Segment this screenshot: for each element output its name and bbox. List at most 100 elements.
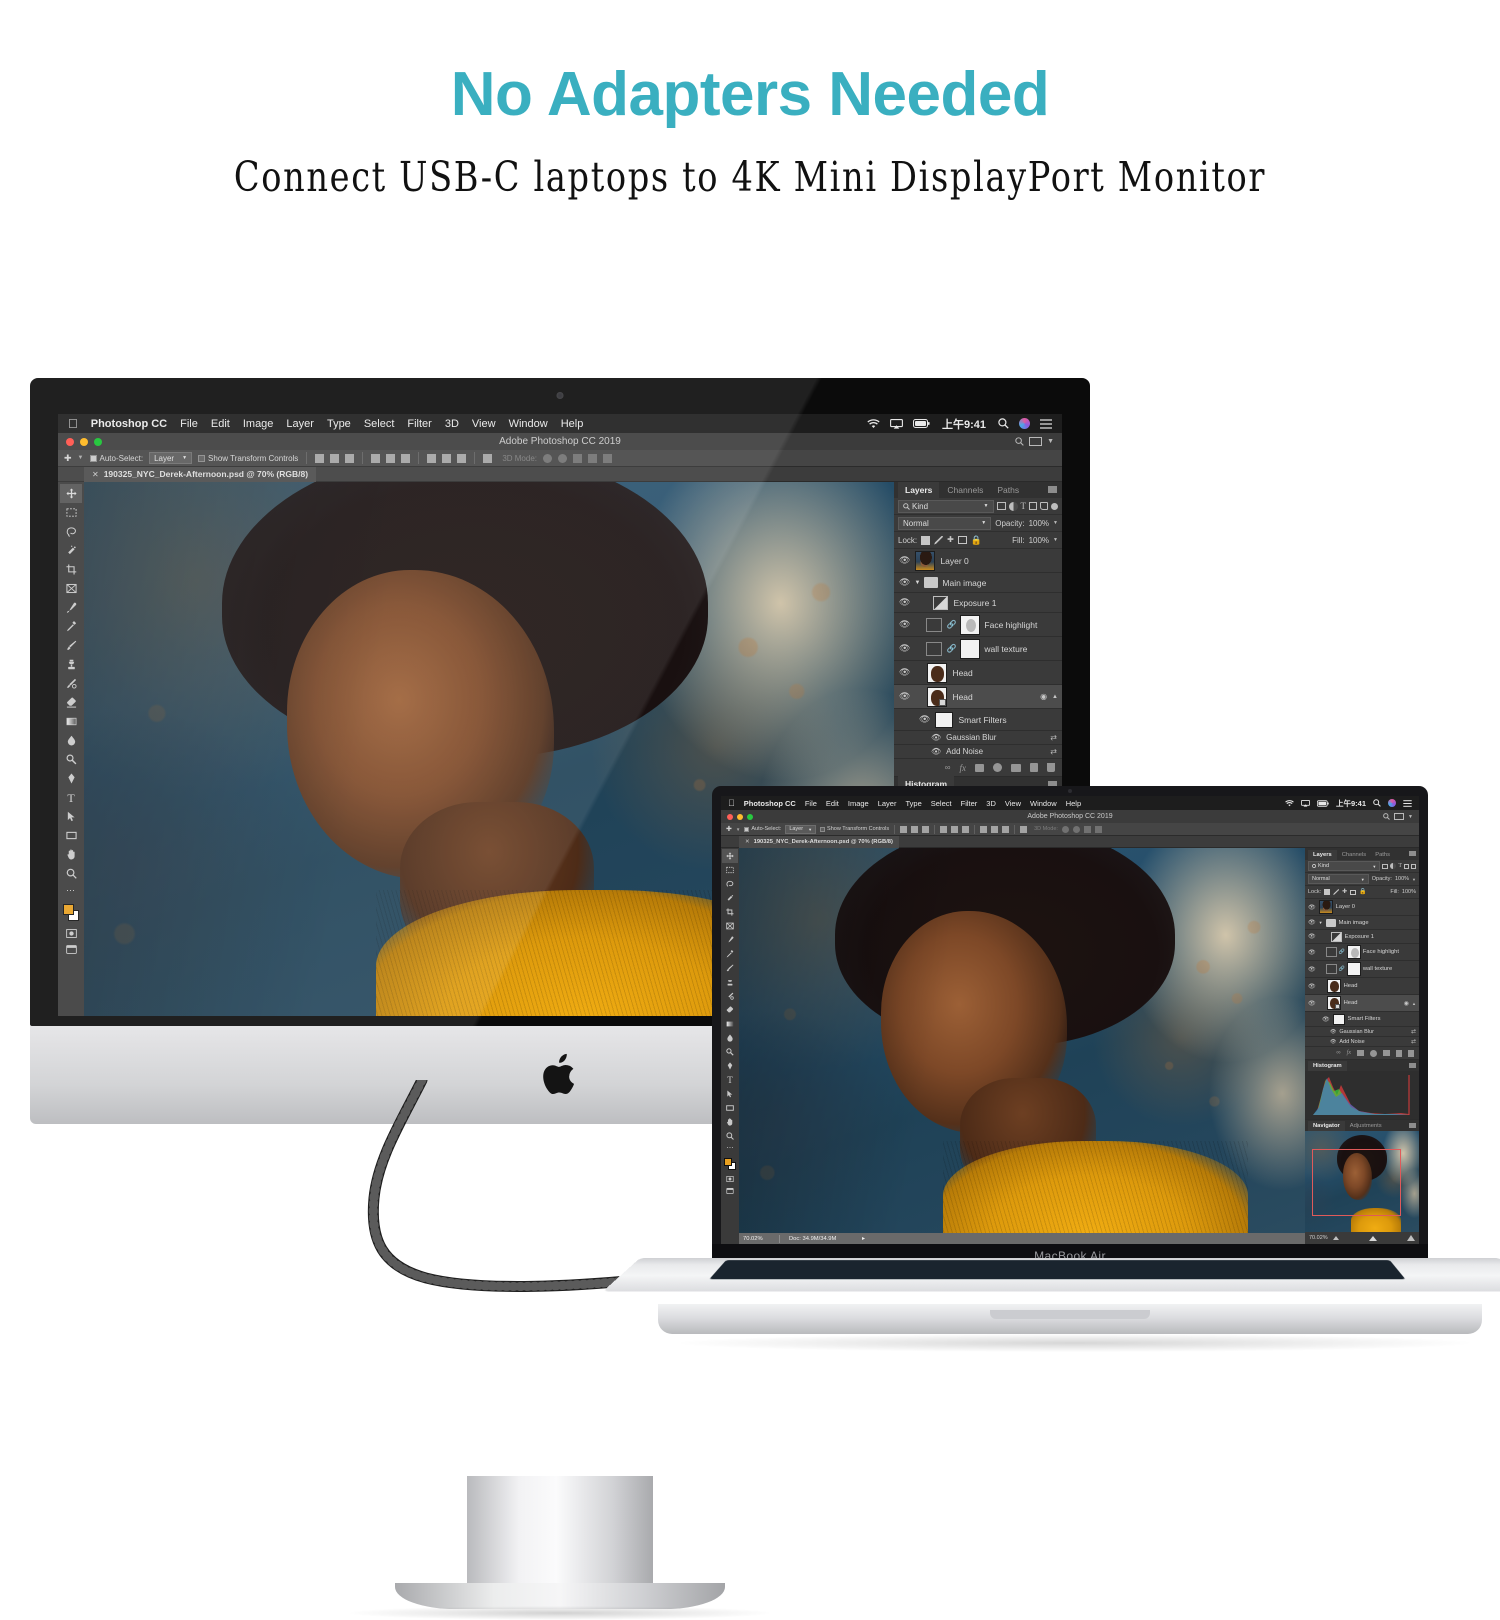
visibility-toggle-icon[interactable]: 👁 xyxy=(931,747,941,756)
lock-transparency-icon[interactable] xyxy=(921,535,931,545)
auto-select-target-dropdown[interactable]: Layer ▼ xyxy=(785,824,817,834)
menu-item-select[interactable]: Select xyxy=(364,418,395,430)
visibility-toggle-icon[interactable]: 👁 xyxy=(1330,1029,1336,1035)
layer-row[interactable]: 👁 Gaussian Blur ⇄ xyxy=(894,731,1062,745)
control-center-icon[interactable] xyxy=(1403,799,1412,807)
rectangle-tool-icon[interactable] xyxy=(722,1101,738,1115)
tab-paths[interactable]: Paths xyxy=(991,482,1025,498)
lock-all-icon[interactable]: 🔒 xyxy=(1359,889,1366,895)
quick-selection-tool-icon[interactable] xyxy=(60,541,82,560)
tool-options-bar[interactable]: ✚ ▼ Auto-Select: Layer ▼ Show Transform … xyxy=(721,823,1419,836)
align-left-edges-icon[interactable] xyxy=(900,825,908,833)
healing-brush-tool-icon[interactable] xyxy=(60,617,82,636)
color-swatches[interactable] xyxy=(722,1156,738,1173)
delete-layer-icon[interactable] xyxy=(1047,763,1055,772)
siri-icon[interactable] xyxy=(1388,799,1396,807)
align-horizontal-centers-icon[interactable] xyxy=(911,825,919,833)
control-center-icon[interactable] xyxy=(1040,418,1052,429)
smart-object-filter-icon[interactable] xyxy=(1040,502,1048,510)
hand-tool-icon[interactable] xyxy=(60,845,82,864)
blend-mode-row[interactable]: Normal ▼ Opacity: 100% ▼ xyxy=(1305,873,1419,886)
layers-panel-tabs[interactable]: Layers Channels Paths xyxy=(894,482,1062,498)
layer-row[interactable]: 👁 Exposure 1 xyxy=(894,593,1062,613)
layer-name[interactable]: Smart Filters xyxy=(1348,1016,1381,1022)
blend-mode-dropdown[interactable]: Normal ▼ xyxy=(898,516,992,530)
tab-channels[interactable]: Channels xyxy=(941,482,989,498)
link-layers-icon[interactable]: ∞ xyxy=(945,763,951,772)
align-top-edges-icon[interactable] xyxy=(371,453,381,463)
lock-artboard-icon[interactable] xyxy=(1350,889,1357,895)
layer-name[interactable]: Head xyxy=(1344,1000,1358,1006)
distribute-top-icon[interactable] xyxy=(980,825,988,833)
new-group-icon[interactable] xyxy=(1011,763,1021,772)
smart-filter-mask-thumbnail[interactable] xyxy=(1332,1013,1345,1025)
move-tool-icon[interactable]: ✚ xyxy=(726,825,732,833)
siri-icon[interactable] xyxy=(1019,418,1030,429)
panel-menu-icon[interactable] xyxy=(1048,486,1057,493)
rectangle-tool-icon[interactable] xyxy=(60,826,82,845)
screen-mode-icon[interactable] xyxy=(60,941,82,957)
panel-menu-icon[interactable] xyxy=(1409,851,1416,856)
search-icon[interactable] xyxy=(998,418,1009,429)
status-doc-info[interactable]: Doc: 34.9M/34.9M xyxy=(780,1236,862,1242)
crop-tool-icon[interactable] xyxy=(722,905,738,919)
adjustment-filter-icon[interactable] xyxy=(1008,501,1018,511)
visibility-toggle-icon[interactable]: 👁 xyxy=(1308,933,1316,940)
smart-filter-toggle-icon[interactable]: ◉ xyxy=(1040,692,1047,701)
visibility-toggle-icon[interactable]: 👁 xyxy=(899,667,910,678)
marquee-tool-icon[interactable] xyxy=(722,863,738,877)
align-vertical-centers-icon[interactable] xyxy=(386,453,396,463)
layer-name[interactable]: wall texture xyxy=(1363,966,1392,972)
crop-tool-icon[interactable] xyxy=(60,560,82,579)
curves-thumbnail-icon[interactable] xyxy=(1325,947,1337,957)
layer-thumbnail[interactable] xyxy=(1318,900,1333,914)
layer-row[interactable]: 👁 Layer 0 xyxy=(1305,899,1419,916)
menu-item-select[interactable]: Select xyxy=(931,799,952,808)
show-transform-control[interactable]: Show Transform Controls xyxy=(198,454,298,463)
new-group-icon[interactable] xyxy=(1383,1050,1390,1056)
filter-settings-icon[interactable]: ⇄ xyxy=(1411,1038,1416,1045)
menu-item-filter[interactable]: Filter xyxy=(407,418,431,430)
align-right-edges-icon[interactable] xyxy=(922,825,930,833)
layer-thumbnail[interactable] xyxy=(915,550,936,571)
brush-tool-icon[interactable] xyxy=(60,636,82,655)
search-icon[interactable] xyxy=(1383,813,1390,820)
marquee-tool-icon[interactable] xyxy=(60,503,82,522)
canvas-status-bar[interactable]: 70.02% Doc: 34.9M/34.9M ▸ xyxy=(739,1233,1305,1244)
layers-panel-footer[interactable]: ∞ fx xyxy=(894,759,1062,776)
layers-list[interactable]: 👁 Layer 0 👁 ▼ Main image 👁 Exposure 1 👁 … xyxy=(1305,899,1419,1047)
layer-row[interactable]: 👁 Head xyxy=(894,661,1062,685)
menu-item-3d[interactable]: 3D xyxy=(445,418,459,430)
auto-select-checkbox[interactable] xyxy=(89,454,97,462)
eraser-tool-icon[interactable] xyxy=(722,1003,738,1017)
navigator-zoom-value[interactable]: 70.02% xyxy=(1309,1235,1328,1241)
smart-filter-toggle-icon[interactable]: ◉ xyxy=(1404,1000,1409,1007)
pen-tool-icon[interactable] xyxy=(722,1059,738,1073)
layer-mask-thumbnail[interactable] xyxy=(1346,962,1361,976)
menu-item-3d[interactable]: 3D xyxy=(986,799,996,808)
visibility-toggle-icon[interactable]: 👁 xyxy=(919,714,930,725)
close-button[interactable] xyxy=(66,437,74,446)
adjustment-layer-icon[interactable] xyxy=(993,763,1002,772)
distribute-center-icon[interactable] xyxy=(991,825,999,833)
lock-transparency-icon[interactable] xyxy=(1324,889,1331,895)
layer-row[interactable]: 👁 Exposure 1 xyxy=(1305,930,1419,944)
tools-panel[interactable]: T ⋯ xyxy=(721,848,739,1244)
visibility-toggle-icon[interactable]: 👁 xyxy=(931,733,941,742)
layer-style-icon[interactable]: fx xyxy=(1347,1050,1351,1056)
menu-item-image[interactable]: Image xyxy=(243,418,274,430)
layer-mask-thumbnail[interactable] xyxy=(1346,945,1361,959)
auto-select-control[interactable]: Auto-Select: xyxy=(744,826,781,832)
align-left-edges-icon[interactable] xyxy=(315,453,325,463)
chevron-down-icon[interactable]: ▼ xyxy=(1047,438,1054,445)
menu-item-type[interactable]: Type xyxy=(327,418,351,430)
zoom-slider-handle[interactable] xyxy=(1368,1235,1377,1241)
layers-filter-row[interactable]: Kind ▼ T xyxy=(894,498,1062,515)
panel-menu-icon[interactable] xyxy=(1409,1123,1416,1128)
healing-brush-tool-icon[interactable] xyxy=(722,947,738,961)
adjustment-thumbnail-icon[interactable] xyxy=(933,595,949,610)
fill-value[interactable]: 100% xyxy=(1029,536,1049,545)
layer-name[interactable]: wall texture xyxy=(984,644,1027,654)
lock-position-icon[interactable]: ✚ xyxy=(947,536,954,544)
close-icon[interactable]: ✕ xyxy=(92,470,99,479)
